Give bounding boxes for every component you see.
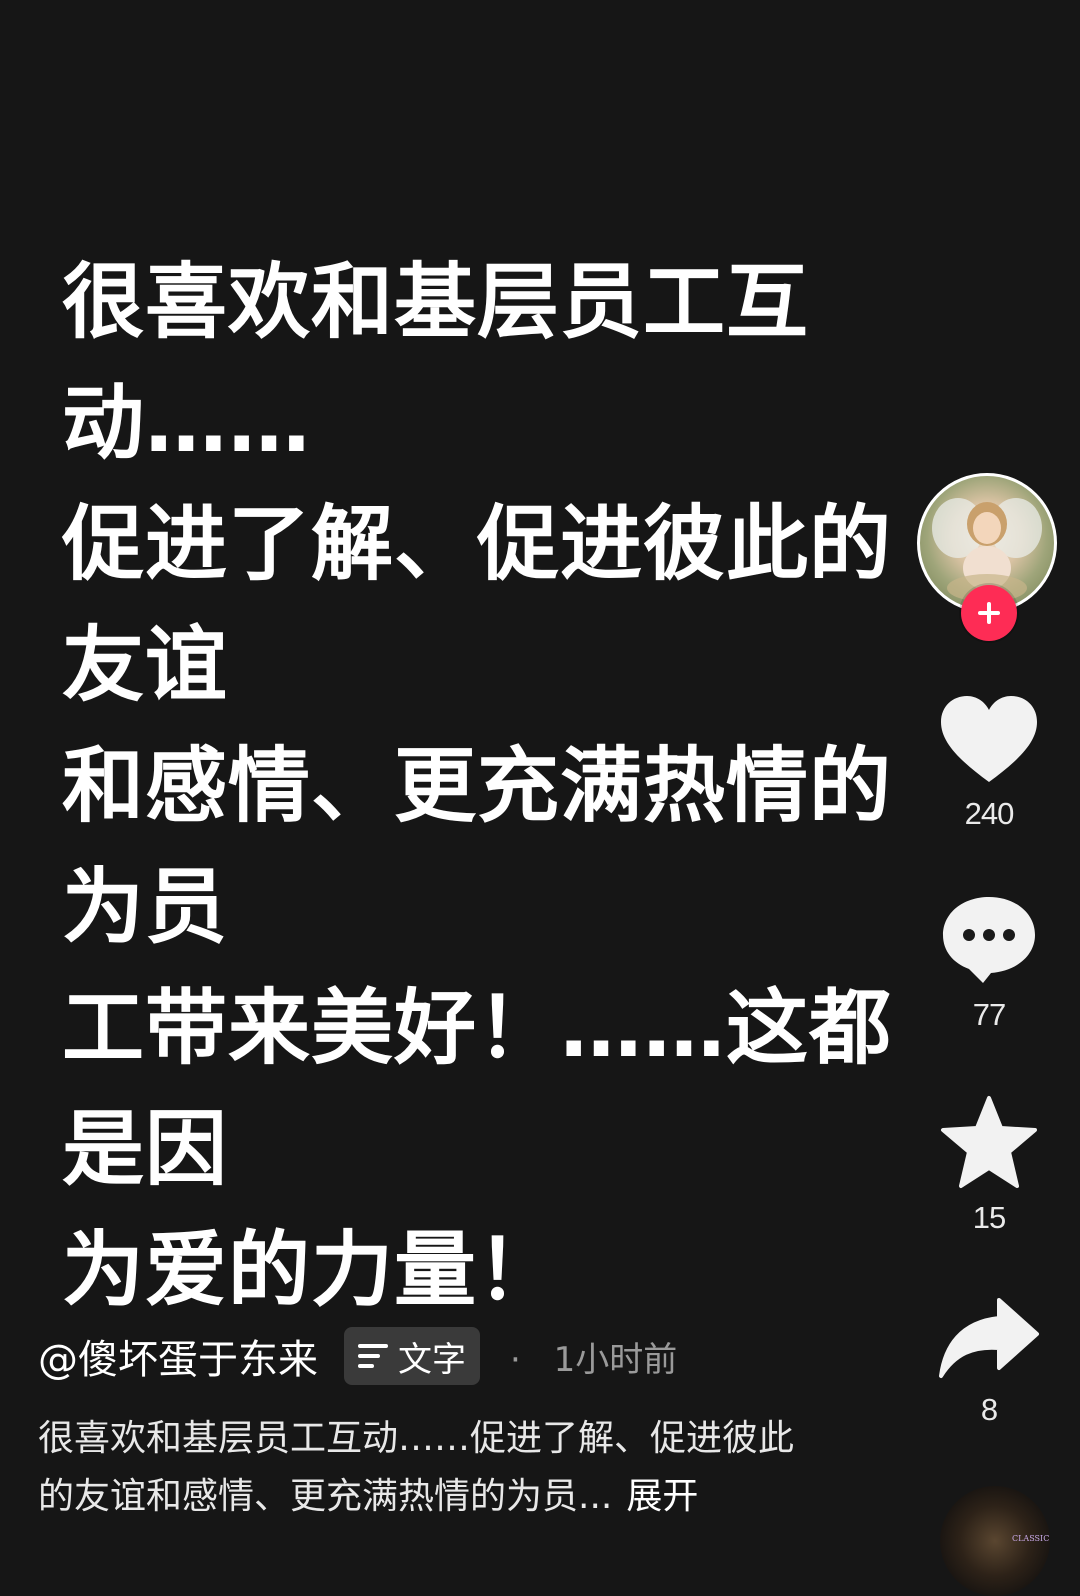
post-time-wrapper: · 1小时前	[510, 1332, 677, 1381]
music-disc[interactable]: CLASSICS	[940, 1486, 1050, 1596]
plus-icon	[978, 602, 1000, 624]
action-rail: 240 77 15 8	[915, 0, 1065, 1546]
heart-icon	[939, 694, 1039, 790]
author-name[interactable]: @傻坏蛋于东来	[38, 1327, 318, 1385]
music-label: CLASSICS	[1012, 1534, 1050, 1543]
post-text: 很喜欢和基层员工互动…… 促进了解、促进彼此的友谊 和感情、更充满热情的为员 工…	[62, 255, 893, 1318]
text-lines-icon	[358, 1344, 388, 1368]
author-avatar-container	[917, 473, 1057, 641]
follow-button[interactable]	[961, 585, 1017, 641]
share-count: 8	[980, 1392, 998, 1427]
like-count: 240	[964, 796, 1015, 831]
share-action[interactable]: 8	[915, 1296, 1063, 1428]
expand-link[interactable]: 展开	[626, 1476, 698, 1517]
post-description: 很喜欢和基层员工互动……促进了解、促进彼此的友谊和感情、更充满热情的为员... 展…	[38, 1410, 818, 1526]
comment-action[interactable]: 77	[915, 893, 1063, 1033]
author-row: @傻坏蛋于东来 文字 · 1小时前	[38, 1325, 677, 1387]
separator-dot: ·	[510, 1339, 521, 1380]
like-action[interactable]: 240	[915, 694, 1063, 832]
favorite-action[interactable]: 15	[915, 1094, 1063, 1236]
favorite-count: 15	[972, 1200, 1006, 1235]
post-time: 1小时前	[553, 1339, 678, 1380]
comment-icon	[939, 893, 1039, 991]
tag-label: 文字	[398, 1339, 466, 1380]
text-tag[interactable]: 文字	[344, 1327, 480, 1385]
star-icon	[939, 1094, 1039, 1194]
share-icon	[937, 1296, 1041, 1386]
comment-count: 77	[972, 997, 1006, 1032]
